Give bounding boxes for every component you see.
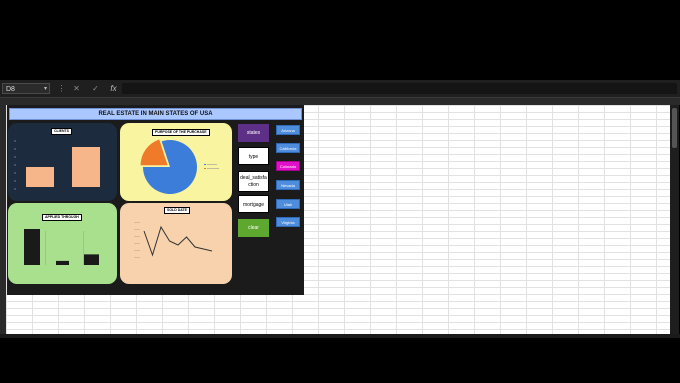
more-vert-icon[interactable]: ⋮ (56, 83, 67, 94)
mortgage-slicer[interactable]: mortgage (238, 195, 269, 213)
formula-input[interactable] (122, 83, 677, 94)
check-icon[interactable]: ✓ (90, 83, 101, 94)
chevron-down-icon[interactable]: ▾ (44, 84, 47, 95)
purpose-panel[interactable]: PURPOSE OF THE PURCHASE (120, 123, 232, 201)
column-header[interactable] (0, 98, 680, 105)
state-button-arizona[interactable]: Arizona (276, 125, 300, 135)
state-button-colorado[interactable]: Colorado (276, 161, 300, 171)
pie-legend (204, 164, 219, 169)
clients-chart (14, 140, 100, 190)
sold-date-y-ticks (134, 222, 140, 258)
state-button-nevada[interactable]: Nevada (276, 180, 300, 190)
purpose-chart (140, 139, 219, 194)
applied-bar-2 (84, 254, 99, 265)
clients-bar-1 (72, 147, 100, 187)
state-button-virginia[interactable]: Virginia (276, 217, 300, 227)
clients-axis-ticks (14, 140, 16, 190)
close-icon[interactable]: ✕ (71, 83, 82, 94)
applied-chart (24, 229, 99, 265)
name-box[interactable]: D8 ▾ (2, 83, 50, 94)
deal-satisfaction-slicer[interactable]: deal_satisfa ction (238, 171, 269, 192)
applied-panel[interactable]: APPLIED THROUGH (8, 203, 117, 284)
sold-date-line (143, 225, 213, 257)
clients-bar-0 (26, 167, 54, 187)
fx-icon[interactable]: fx (108, 83, 119, 94)
states-slicer[interactable]: states (238, 124, 269, 142)
clients-panel[interactable]: CLIENTS (8, 123, 117, 201)
sold-date-panel[interactable]: SOLD DATE (120, 203, 232, 284)
state-button-california[interactable]: California (276, 143, 300, 153)
sold-date-chart (134, 222, 213, 258)
state-button-utah[interactable]: Utah (276, 199, 300, 209)
dashboard-title: REAL ESTATE IN MAIN STATES OF USA (9, 108, 302, 120)
clear-button[interactable]: clear (238, 219, 269, 237)
cell-reference: D8 (6, 86, 15, 93)
sheet-status-bar (0, 334, 680, 338)
applied-bar-0 (24, 229, 40, 265)
applied-bar-1 (56, 260, 69, 265)
scrollbar-thumb[interactable] (672, 108, 677, 148)
type-slicer[interactable]: type (238, 147, 269, 165)
applied-gridlines (45, 231, 84, 265)
